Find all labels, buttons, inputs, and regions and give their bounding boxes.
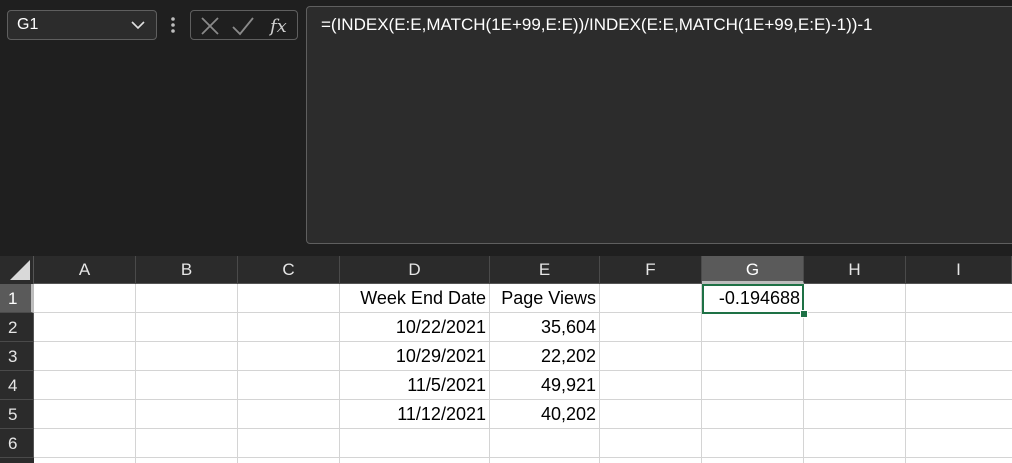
insert-function-icon[interactable]: fx bbox=[269, 14, 293, 38]
row-header-1[interactable]: 1 bbox=[0, 284, 34, 313]
spreadsheet-grid: A B C D E F G H I 1 2 3 4 5 6 Week End D… bbox=[0, 256, 1012, 463]
cell-d1[interactable]: Week End Date bbox=[340, 284, 490, 313]
cell-e5[interactable]: 40,202 bbox=[490, 400, 600, 429]
cell-e3[interactable]: 22,202 bbox=[490, 342, 600, 371]
cell-d2[interactable]: 10/22/2021 bbox=[340, 313, 490, 342]
column-header-b[interactable]: B bbox=[136, 256, 238, 284]
enter-check-icon[interactable] bbox=[231, 14, 255, 38]
column-header-e[interactable]: E bbox=[490, 256, 600, 284]
formula-bar-area: G1 fx =(INDEX(E:E,MATCH(1E+99,E:E))/INDE… bbox=[0, 0, 1012, 256]
row-header-4[interactable]: 4 bbox=[0, 371, 34, 400]
formula-input[interactable]: =(INDEX(E:E,MATCH(1E+99,E:E))/INDEX(E:E,… bbox=[306, 6, 1012, 244]
more-options-icon[interactable] bbox=[167, 12, 179, 38]
cell-e4[interactable]: 49,921 bbox=[490, 371, 600, 400]
cell-area[interactable]: Week End Date Page Views -0.194688 10/22… bbox=[34, 284, 1012, 463]
row-header-3[interactable]: 3 bbox=[0, 342, 34, 371]
gridline bbox=[34, 457, 1012, 458]
cell-d3[interactable]: 10/29/2021 bbox=[340, 342, 490, 371]
gridline bbox=[237, 284, 238, 463]
gridline bbox=[135, 284, 136, 463]
cell-e1[interactable]: Page Views bbox=[490, 284, 600, 313]
cancel-icon[interactable] bbox=[199, 14, 221, 38]
select-all-triangle-icon bbox=[10, 260, 30, 280]
row-headers: 1 2 3 4 5 6 bbox=[0, 284, 34, 463]
row-header-6[interactable]: 6 bbox=[0, 429, 34, 458]
column-headers: A B C D E F G H I bbox=[34, 256, 1012, 284]
row-header-5[interactable]: 5 bbox=[0, 400, 34, 429]
cell-d4[interactable]: 11/5/2021 bbox=[340, 371, 490, 400]
column-header-f[interactable]: F bbox=[600, 256, 702, 284]
column-header-i[interactable]: I bbox=[906, 256, 1012, 284]
fill-handle[interactable] bbox=[800, 310, 808, 318]
select-all-button[interactable] bbox=[0, 256, 34, 284]
name-box[interactable]: G1 bbox=[7, 10, 157, 40]
column-header-a[interactable]: A bbox=[34, 256, 136, 284]
cell-d5[interactable]: 11/12/2021 bbox=[340, 400, 490, 429]
column-header-h[interactable]: H bbox=[804, 256, 906, 284]
column-header-d[interactable]: D bbox=[340, 256, 490, 284]
formula-controls: fx bbox=[190, 10, 298, 40]
cell-e2[interactable]: 35,604 bbox=[490, 313, 600, 342]
row-header-2[interactable]: 2 bbox=[0, 313, 34, 342]
column-header-c[interactable]: C bbox=[238, 256, 340, 284]
active-cell-border bbox=[702, 284, 804, 314]
chevron-down-icon[interactable] bbox=[130, 15, 146, 35]
gridline bbox=[905, 284, 906, 463]
name-box-value: G1 bbox=[17, 16, 39, 33]
svg-text:fx: fx bbox=[269, 16, 287, 37]
column-header-g[interactable]: G bbox=[702, 256, 804, 284]
formula-text: =(INDEX(E:E,MATCH(1E+99,E:E))/INDEX(E:E,… bbox=[321, 15, 873, 34]
